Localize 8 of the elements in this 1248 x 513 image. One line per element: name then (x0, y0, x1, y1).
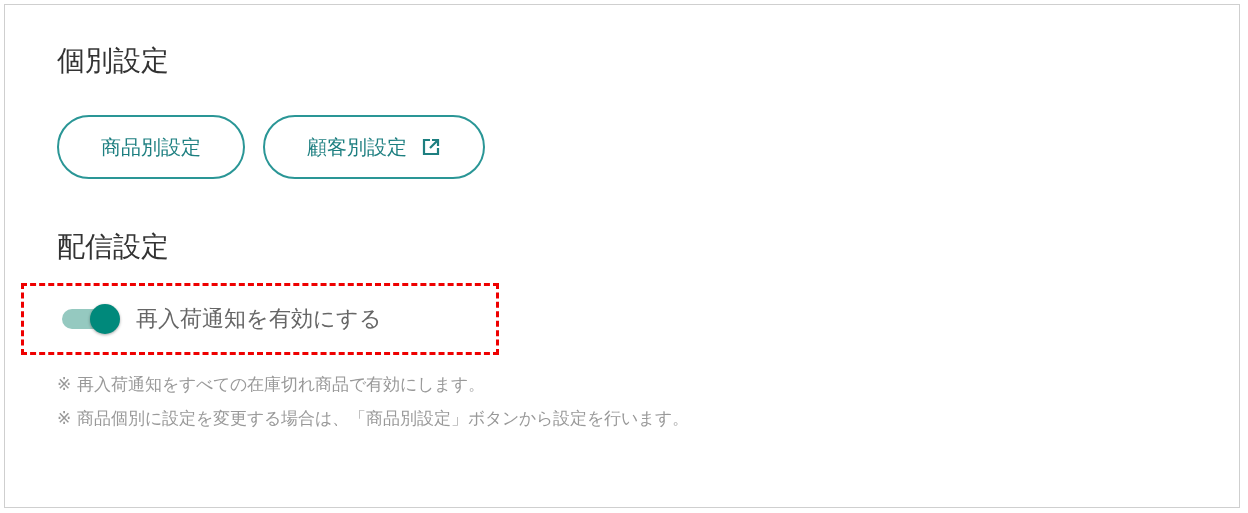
settings-button[interactable]: 商品別設定 (57, 115, 245, 179)
toggle-switch[interactable] (60, 304, 120, 334)
note-text: ※ 商品個別に設定を変更する場合は、「商品別設定」ボタンから設定を行います。 (57, 407, 690, 430)
section-title: 配信設定 (57, 229, 170, 265)
section-title: 個別設定 (57, 43, 170, 79)
settings-button[interactable]: 顧客別設定 (263, 115, 485, 179)
toggle-label: 再入荷通知を有効にする (136, 305, 382, 333)
note-text: ※ 再入荷通知をすべての在庫切れ商品で有効にします。 (57, 373, 486, 396)
